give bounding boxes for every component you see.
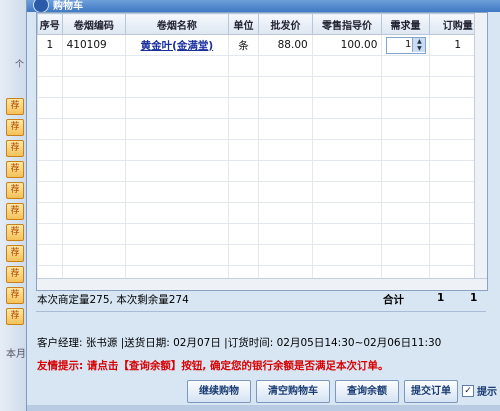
window-title: 购物车 — [53, 1, 83, 12]
hot-tag-icon[interactable]: 荐 — [6, 245, 24, 262]
total-demand: 1 — [437, 292, 445, 304]
submit-order-button[interactable]: 提交订单 — [404, 380, 458, 403]
shopping-cart-window: 购物车 序号 卷烟编码 卷烟名称 单位 批发价 零售指导价 需求量 订购量 1 … — [26, 0, 500, 411]
window-bottom-edge — [27, 405, 500, 411]
hot-tag-icon[interactable]: 荐 — [6, 98, 24, 115]
hot-tag-icon[interactable]: 荐 — [6, 308, 24, 325]
hot-tag-icon[interactable]: 荐 — [6, 119, 24, 136]
sidebar-label-bottom: 本月 — [6, 349, 26, 360]
cell-code: 410109 — [61, 34, 127, 56]
column-header-retail[interactable]: 零售指导价 — [311, 13, 383, 35]
divider — [36, 311, 486, 312]
continue-shopping-button[interactable]: 继续购物 — [187, 380, 251, 403]
cart-table: 序号 卷烟编码 卷烟名称 单位 批发价 零售指导价 需求量 订购量 1 4101… — [36, 12, 488, 291]
demand-stepper[interactable]: 1 ▲ ▼ — [386, 36, 427, 54]
demand-value[interactable]: 1 — [405, 39, 411, 50]
check-balance-button[interactable]: 查询余额 — [335, 380, 399, 403]
delivery-info: 客户经理: 张书源 |送货日期: 02月07日 |订货时间: 02月05日14:… — [37, 337, 442, 349]
cell-retail: 100.00 — [311, 34, 383, 56]
column-header-unit[interactable]: 单位 — [227, 13, 260, 35]
column-header-demand[interactable]: 需求量 — [381, 13, 430, 35]
column-header-index[interactable]: 序号 — [37, 13, 63, 35]
table-row[interactable]: 1 410109 黄金叶(金满堂) 条 88.00 100.00 1 ▲ ▼ 1 — [37, 34, 487, 56]
cell-wholesale: 88.00 — [258, 34, 313, 56]
column-header-name[interactable]: 卷烟名称 — [125, 13, 229, 35]
hot-tag-icon[interactable]: 荐 — [6, 140, 24, 157]
total-label: 合计 — [383, 294, 404, 306]
horizontal-scrollbar[interactable] — [37, 278, 487, 290]
increase-arrow-icon[interactable]: ▲ — [412, 37, 426, 45]
total-order: 1 — [470, 292, 478, 304]
column-header-wholesale[interactable]: 批发价 — [258, 13, 313, 35]
parent-window-sidebar: 个 荐 荐 荐 荐 荐 荐 荐 荐 荐 荐 荐 本月 — [0, 0, 27, 411]
cell-index: 1 — [37, 34, 63, 56]
prompt-label: 提示 — [477, 387, 497, 398]
hot-tag-icon[interactable]: 荐 — [6, 161, 24, 178]
prompt-checkbox[interactable]: ✓ — [462, 385, 474, 397]
hot-tag-icon[interactable]: 荐 — [6, 182, 24, 199]
hot-tag-icon[interactable]: 荐 — [6, 224, 24, 241]
hot-tag-icon[interactable]: 荐 — [6, 203, 24, 220]
decrease-arrow-icon[interactable]: ▼ — [412, 44, 426, 52]
hot-tag-icon[interactable]: 荐 — [6, 266, 24, 283]
vertical-scrollbar[interactable] — [474, 13, 487, 290]
friendly-hint: 友情提示: 请点击【查询余额】按钮, 确定您的银行余额是否满足本次订单。 — [37, 360, 389, 372]
cell-demand: 1 ▲ ▼ — [381, 34, 430, 56]
product-name-link[interactable]: 黄金叶(金满堂) — [141, 40, 214, 52]
quota-summary: 本次商定量275, 本次剩余量274 — [37, 294, 189, 306]
cell-unit: 条 — [227, 34, 260, 56]
table-header-row: 序号 卷烟编码 卷烟名称 单位 批发价 零售指导价 需求量 订购量 — [37, 13, 487, 35]
hot-tag-icon[interactable]: 荐 — [6, 287, 24, 304]
clear-cart-button[interactable]: 清空购物车 — [256, 380, 330, 403]
sidebar-label-top: 个 — [15, 60, 25, 70]
column-header-code[interactable]: 卷烟编码 — [61, 13, 127, 35]
title-bar[interactable]: 购物车 — [27, 0, 500, 13]
